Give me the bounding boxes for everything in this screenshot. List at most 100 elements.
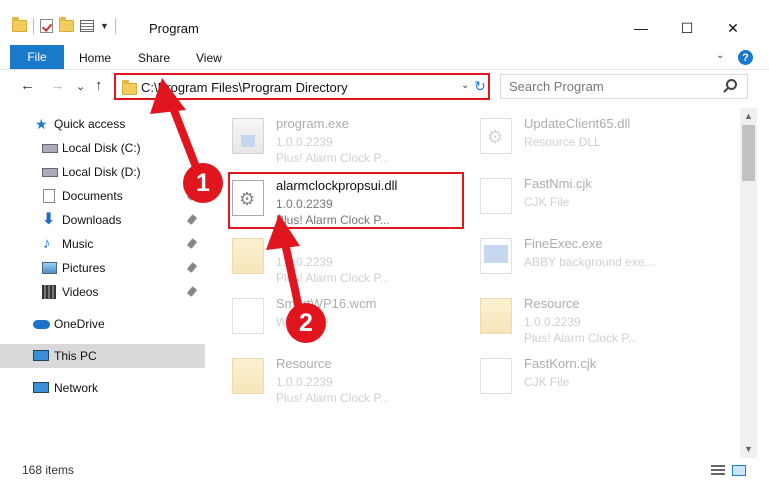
sidebar-item-downloads[interactable]: ⬇ Downloads xyxy=(0,208,205,232)
sidebar-item-videos[interactable]: Videos xyxy=(0,280,205,304)
refresh-icon[interactable]: ↻ xyxy=(473,78,487,95)
folder-icon xyxy=(480,298,512,334)
title-bar: ▼ Program — ☐ ✕ xyxy=(0,0,769,44)
onedrive-icon xyxy=(33,320,50,329)
pin-icon[interactable] xyxy=(186,214,198,225)
navigation-bar: ← → ⌄ ↑ C:\Program Files\Program Directo… xyxy=(0,70,769,103)
tiles-view-icon[interactable] xyxy=(732,465,746,476)
tab-share[interactable]: Share xyxy=(138,51,170,65)
sidebar-item-label: This PC xyxy=(54,349,97,363)
file-version: 1.0.0.2239 xyxy=(276,375,333,389)
file-item[interactable]: Resource 1.0.0.2239 Plus! Alarm Clock P.… xyxy=(460,290,700,346)
sidebar-item-documents[interactable]: Documents xyxy=(0,184,205,208)
scroll-up-arrow-icon[interactable]: ▲ xyxy=(740,108,757,125)
file-type: Resource DLL xyxy=(524,135,601,149)
up-button[interactable]: ↑ xyxy=(95,77,103,94)
disk-icon xyxy=(42,144,58,153)
scroll-thumb[interactable] xyxy=(742,125,755,181)
search-icon[interactable] xyxy=(726,79,737,90)
file-item[interactable]: FastKorn.cjk CJK File xyxy=(460,350,700,406)
search-box[interactable] xyxy=(500,74,748,99)
pin-icon[interactable] xyxy=(186,286,198,297)
sidebar-item-label: Documents xyxy=(62,189,123,203)
file-name: FineExec.exe xyxy=(524,236,603,251)
file-version: 1.0.0.2239 xyxy=(276,255,333,269)
sidebar-item-label: Videos xyxy=(62,285,99,299)
pin-icon[interactable] xyxy=(186,262,198,273)
toolbar-separator xyxy=(114,18,116,34)
exe-file-icon xyxy=(232,118,264,154)
vertical-scrollbar[interactable]: ▲ ▼ xyxy=(740,108,757,458)
file-type: CJK File xyxy=(524,195,570,209)
file-version: 1.0.0.2239 xyxy=(276,197,333,211)
address-dropdown-chevron-icon[interactable]: ⌄ xyxy=(461,80,469,91)
file-description: Plus! Alarm Clock P... xyxy=(276,213,390,227)
file-item[interactable]: UpdateClient65.dll Resource DLL xyxy=(460,110,700,166)
new-folder-icon[interactable] xyxy=(59,17,74,32)
music-icon: ♪ xyxy=(43,235,51,252)
file-name: UpdateClient65.dll xyxy=(524,116,631,131)
file-item[interactable]: program.exe 1.0.0.2239 Plus! Alarm Clock… xyxy=(212,110,452,166)
sidebar-item-label: Music xyxy=(62,237,94,251)
file-description: Plus! Alarm Clock P... xyxy=(276,151,390,165)
sidebar-item-pictures[interactable]: Pictures xyxy=(0,256,205,280)
videos-icon xyxy=(42,285,56,299)
sidebar-item-local-disk-c[interactable]: Local Disk (C:) xyxy=(0,136,205,160)
address-bar[interactable]: C:\Program Files\Program Directory ⌄ ↻ xyxy=(114,73,490,100)
customize-toolbar-dropdown-icon[interactable]: ▼ xyxy=(100,21,109,31)
file-name: Resource xyxy=(524,296,580,311)
file-description: Plus! Alarm Clock P... xyxy=(276,391,390,405)
pin-icon[interactable] xyxy=(186,238,198,249)
sidebar-item-music[interactable]: ♪ Music xyxy=(0,232,205,256)
network-icon xyxy=(33,382,49,393)
file-item[interactable]: FineExec.exe ABBY background exe... xyxy=(460,230,700,286)
sidebar-item-quick-access[interactable]: ★ Quick access xyxy=(0,112,205,136)
back-button[interactable]: ← xyxy=(20,77,35,94)
minimize-button[interactable]: — xyxy=(618,14,664,42)
documents-icon xyxy=(43,189,55,203)
help-icon[interactable]: ? xyxy=(738,50,753,65)
sidebar-item-network[interactable]: Network xyxy=(0,376,205,400)
file-item[interactable]: 1.0.0.2239 Plus! Alarm Clock P... xyxy=(212,230,452,286)
quick-access-toolbar: ▼ xyxy=(12,17,116,34)
file-item[interactable]: FastNmi.cjk CJK File xyxy=(460,170,700,226)
tab-view[interactable]: View xyxy=(196,51,222,65)
maximize-button[interactable]: ☐ xyxy=(664,14,710,42)
file-type: CJK File xyxy=(524,375,570,389)
folder-icon[interactable] xyxy=(12,17,27,32)
file-item-alarmclockpropsui[interactable]: alarmclockpropsui.dll 1.0.0.2239 Plus! A… xyxy=(228,172,464,229)
file-name: Resource xyxy=(276,356,332,371)
sidebar-item-label: Downloads xyxy=(62,213,122,227)
sidebar-item-this-pc[interactable]: This PC xyxy=(0,344,205,368)
file-item[interactable]: Resource 1.0.0.2239 Plus! Alarm Clock P.… xyxy=(212,350,452,406)
file-name: alarmclockpropsui.dll xyxy=(276,178,398,193)
close-button[interactable]: ✕ xyxy=(710,14,756,42)
search-input[interactable] xyxy=(509,75,719,97)
recent-locations-chevron-icon[interactable]: ⌄ xyxy=(76,80,85,93)
scroll-down-arrow-icon[interactable]: ▼ xyxy=(740,441,757,458)
status-bar: 168 items xyxy=(0,458,769,490)
tab-home[interactable]: Home xyxy=(79,51,111,65)
folder-icon xyxy=(122,80,137,95)
details-view-icon[interactable] xyxy=(711,465,725,476)
star-icon: ★ xyxy=(35,116,48,132)
sidebar-item-label: Local Disk (D:) xyxy=(62,165,141,179)
tab-file[interactable]: File xyxy=(10,45,64,69)
properties-check-icon[interactable] xyxy=(40,19,53,33)
expand-ribbon-chevron-icon[interactable]: ⌄ xyxy=(716,50,724,61)
properties-icon[interactable] xyxy=(80,20,94,32)
file-name: FastKorn.cjk xyxy=(524,356,597,371)
sidebar-item-label: Local Disk (C:) xyxy=(62,141,141,155)
item-count: 168 items xyxy=(22,463,75,477)
pictures-icon xyxy=(42,262,57,274)
step-badge-1: 1 xyxy=(183,163,223,203)
folder-icon xyxy=(232,238,264,274)
ribbon-tabs: File Home Share View ⌄ ? xyxy=(0,44,769,70)
file-description: Plus! Alarm Clock P... xyxy=(524,331,638,345)
file-item[interactable]: SmartWP16.wcm WCM File xyxy=(212,290,452,346)
file-description: ABBY background exe... xyxy=(524,255,655,269)
address-path[interactable]: C:\Program Files\Program Directory xyxy=(141,80,348,95)
sidebar-item-local-disk-d[interactable]: Local Disk (D:) xyxy=(0,160,205,184)
sidebar-item-onedrive[interactable]: OneDrive xyxy=(0,312,205,336)
forward-button[interactable]: → xyxy=(50,77,65,94)
